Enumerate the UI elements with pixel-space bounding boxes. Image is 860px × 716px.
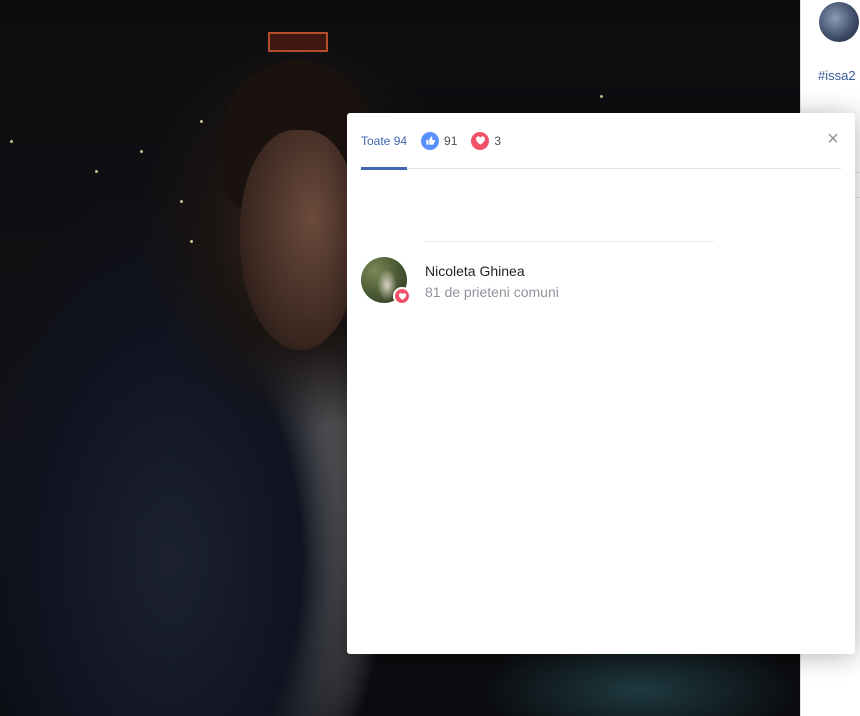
tab-like-reactions[interactable]: 91 bbox=[421, 113, 457, 169]
light-dot bbox=[200, 120, 203, 123]
list-divider bbox=[424, 241, 714, 242]
list-item: Nicoleta Ghinea 81 de prieteni comuni bbox=[361, 257, 841, 307]
poster-avatar[interactable] bbox=[819, 2, 859, 42]
light-dot bbox=[190, 240, 193, 243]
photo-face bbox=[240, 130, 360, 350]
love-icon bbox=[393, 287, 411, 305]
tab-all-reactions[interactable]: Toate 94 bbox=[361, 113, 408, 170]
light-dot bbox=[10, 140, 13, 143]
like-count: 91 bbox=[444, 133, 458, 148]
light-dot bbox=[95, 170, 98, 173]
light-dot bbox=[180, 200, 183, 203]
reaction-tabs: Toate 94 91 3 bbox=[361, 113, 841, 170]
reactions-dialog: Toate 94 91 3 × Nicoleta Ghinea 81 de pr… bbox=[347, 113, 855, 654]
love-icon bbox=[471, 131, 490, 150]
hashtag-link[interactable]: #issa2 bbox=[818, 68, 856, 83]
light-dot bbox=[600, 95, 603, 98]
light-dot bbox=[140, 150, 143, 153]
tab-love-reactions[interactable]: 3 bbox=[471, 113, 501, 169]
love-count: 3 bbox=[494, 133, 502, 148]
neon-sign bbox=[268, 32, 328, 52]
reactor-name[interactable]: Nicoleta Ghinea bbox=[425, 263, 525, 279]
close-icon[interactable]: × bbox=[825, 129, 841, 149]
like-icon bbox=[421, 131, 440, 150]
mutual-friends-count[interactable]: 81 de prieteni comuni bbox=[425, 284, 559, 300]
tab-all-label: Toate 94 bbox=[361, 133, 408, 148]
